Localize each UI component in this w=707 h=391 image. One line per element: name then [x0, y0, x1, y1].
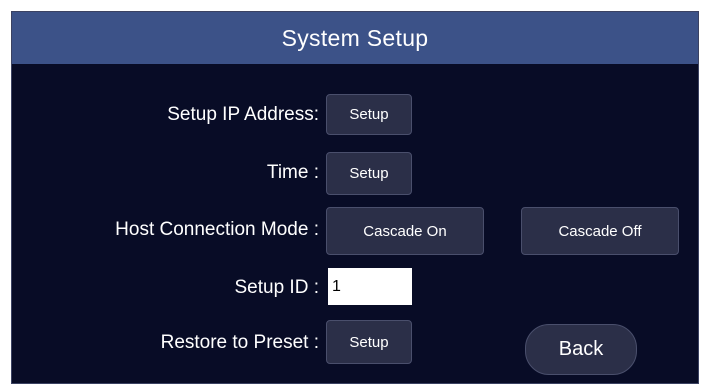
cascade-off-button[interactable]: Cascade Off [521, 207, 679, 255]
ip-address-label: Setup IP Address: [167, 104, 319, 125]
cascade-on-button[interactable]: Cascade On [326, 207, 484, 255]
setup-id-input[interactable] [328, 268, 412, 305]
time-label: Time : [266, 162, 319, 183]
page-title: System Setup [12, 12, 698, 64]
host-connection-mode-label: Host Connection Mode : [115, 219, 319, 240]
time-setup-button[interactable]: Setup [326, 152, 412, 195]
restore-preset-label: Restore to Preset : [160, 332, 319, 353]
back-button[interactable]: Back [525, 324, 637, 375]
system-setup-panel: System Setup Setup IP Address: Setup Tim… [11, 11, 699, 384]
setup-id-label: Setup ID : [234, 277, 320, 298]
restore-setup-button[interactable]: Setup [326, 320, 412, 364]
ip-address-setup-button[interactable]: Setup [326, 94, 412, 135]
